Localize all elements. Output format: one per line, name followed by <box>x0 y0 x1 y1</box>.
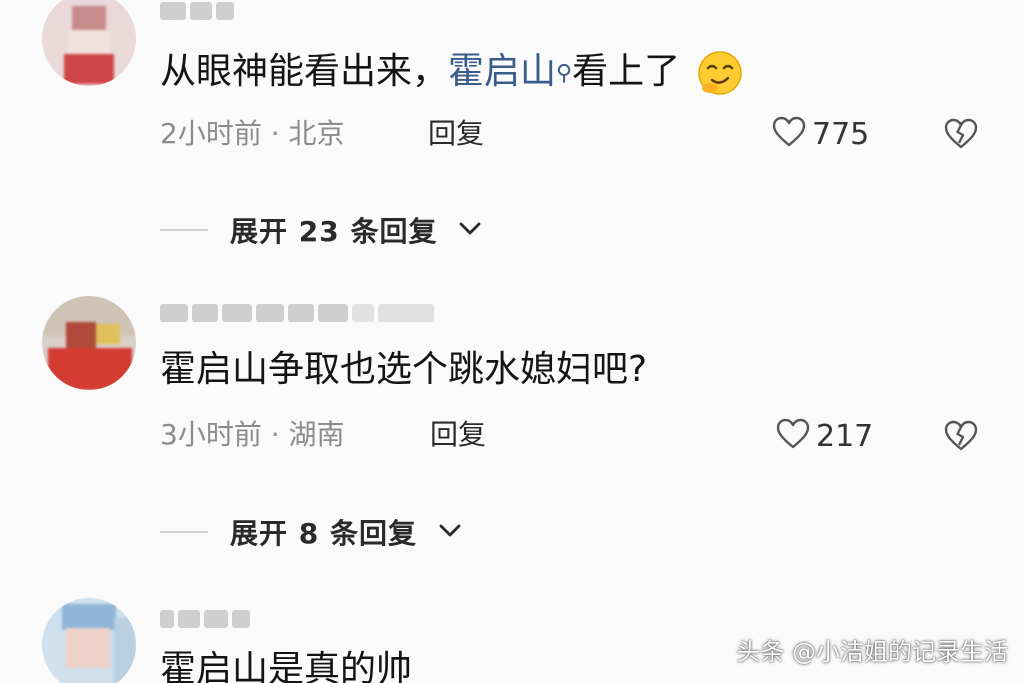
reply-button[interactable]: 回复 <box>428 117 484 151</box>
dislike-button[interactable] <box>944 420 978 456</box>
avatar[interactable] <box>42 598 136 683</box>
username-obscured[interactable] <box>160 608 250 630</box>
heart-outline-icon <box>776 418 810 454</box>
chevron-down-icon <box>439 523 461 542</box>
avatar[interactable] <box>42 296 136 390</box>
broken-heart-icon <box>944 420 978 456</box>
comment-text-suffix: 看上了 <box>572 51 681 92</box>
like-count: 775 <box>812 116 870 152</box>
broken-heart-icon <box>944 118 978 154</box>
comment-meta: 3小时前 · 湖南 <box>160 418 345 451</box>
search-icon[interactable]: ⚲ <box>556 61 572 86</box>
username-obscured[interactable] <box>160 302 434 324</box>
smirk-emoji-icon <box>696 50 744 96</box>
like-button[interactable]: 217 <box>776 418 873 454</box>
username-obscured[interactable] <box>160 0 234 22</box>
comment-text: 霍启山争取也选个跳水媳妇吧? <box>160 349 648 390</box>
chevron-down-icon <box>459 221 481 240</box>
reply-button[interactable]: 回复 <box>430 418 486 452</box>
comment-text: 霍启山是真的帅 <box>160 649 413 683</box>
like-button[interactable]: 775 <box>772 116 869 152</box>
expand-replies-label: 展开 8 条回复 <box>230 517 417 550</box>
divider <box>160 229 208 231</box>
comment-meta: 2小时前 · 北京 <box>160 117 345 150</box>
expand-replies-button[interactable]: 展开 8 条回复 <box>160 512 461 552</box>
watermark: 头条 @小洁姐的记录生活 <box>736 638 1008 666</box>
divider <box>160 531 208 533</box>
expand-replies-button[interactable]: 展开 23 条回复 <box>160 210 481 250</box>
dislike-button[interactable] <box>944 118 978 154</box>
avatar[interactable] <box>42 0 136 86</box>
comment-text: 从眼神能看出来，霍启山⚲看上了 <box>160 50 744 96</box>
expand-replies-label: 展开 23 条回复 <box>230 215 438 248</box>
heart-outline-icon <box>772 116 806 152</box>
mention-link[interactable]: 霍启山 <box>448 51 556 92</box>
comment-text-prefix: 从眼神能看出来， <box>160 51 449 92</box>
like-count: 217 <box>816 418 874 454</box>
